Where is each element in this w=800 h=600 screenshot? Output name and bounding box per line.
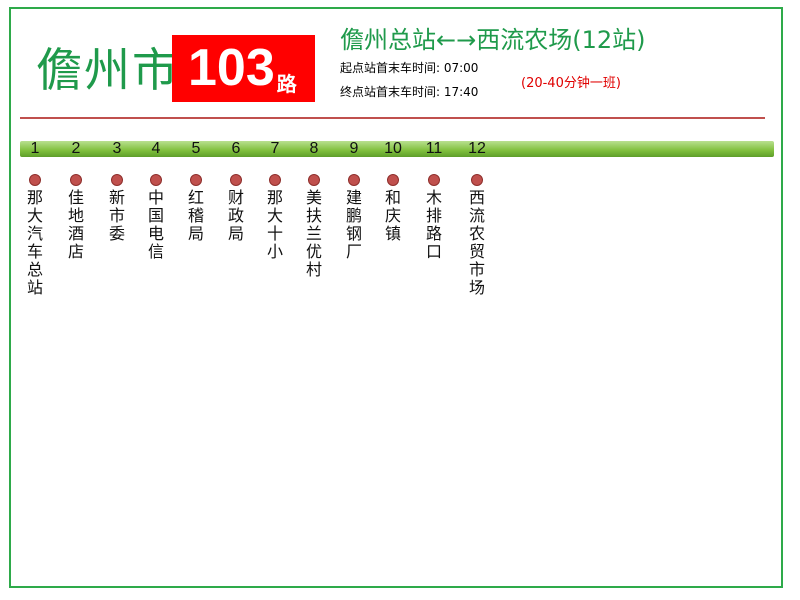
stop-name: 佳地酒店 — [67, 188, 84, 261]
stop-name: 和庆镇 — [384, 188, 401, 243]
stop-12: 12 西流农贸市场 — [465, 141, 489, 297]
stop-number: 3 — [112, 140, 122, 157]
stop-name: 西流农贸市场 — [468, 188, 485, 297]
stop-2: 2 佳地酒店 — [64, 141, 88, 261]
stop-name: 那大汽车总站 — [26, 188, 43, 297]
stop-number: 2 — [71, 140, 81, 157]
stop-number: 6 — [231, 140, 241, 157]
stop-number: 5 — [191, 140, 201, 157]
stop-name: 木排路口 — [425, 188, 442, 261]
stop-9: 9 建鹏钢厂 — [342, 141, 366, 261]
stop-7: 7 那大十小 — [263, 141, 287, 261]
header-divider — [20, 117, 765, 119]
stop-10: 10 和庆镇 — [381, 141, 405, 243]
stop-name: 红稽局 — [187, 188, 204, 243]
stop-6: 6 财政局 — [224, 141, 248, 243]
stop-number: 7 — [270, 140, 280, 157]
stop-1: 1 那大汽车总站 — [23, 141, 47, 297]
stop-number: 8 — [309, 140, 319, 157]
stop-4: 4 中国电信 — [144, 141, 168, 261]
end-station-times: 终点站首末车时间: 17:40 — [340, 85, 479, 99]
stop-dot — [269, 174, 281, 186]
stop-number: 4 — [151, 140, 161, 157]
stop-5: 5 红稽局 — [184, 141, 208, 243]
stop-dot — [29, 174, 41, 186]
stop-number: 1 — [30, 140, 40, 157]
route-number: 103 — [188, 39, 275, 97]
stop-11: 11 木排路口 — [422, 141, 446, 261]
stop-dot — [150, 174, 162, 186]
stop-name: 新市委 — [108, 188, 125, 243]
stop-dot — [111, 174, 123, 186]
stop-dot — [387, 174, 399, 186]
stop-dot — [230, 174, 242, 186]
stop-name: 财政局 — [227, 188, 244, 243]
stop-name: 美扶兰优村 — [305, 188, 322, 279]
frequency-note: (20-40分钟一班) — [521, 76, 621, 91]
route-suffix: 路 — [276, 72, 297, 96]
stop-dot — [348, 174, 360, 186]
stop-name: 建鹏钢厂 — [345, 188, 362, 261]
stop-8: 8 美扶兰优村 — [302, 141, 326, 279]
stop-dot — [308, 174, 320, 186]
stop-dot — [428, 174, 440, 186]
stop-3: 3 新市委 — [105, 141, 129, 243]
stop-name: 中国电信 — [147, 188, 164, 261]
route-number-badge: 103 路 — [172, 35, 315, 102]
stop-number: 9 — [349, 140, 359, 157]
stop-dot — [190, 174, 202, 186]
stop-name: 那大十小 — [266, 188, 283, 261]
stop-dot — [471, 174, 483, 186]
start-station-times: 起点站首末车时间: 07:00 — [340, 61, 479, 75]
stop-number: 11 — [425, 140, 443, 157]
stop-dot — [70, 174, 82, 186]
route-endpoints: 儋州总站←→西流农场(12站) — [340, 26, 646, 54]
stop-number: 10 — [384, 140, 402, 157]
city-name: 儋州市 — [36, 43, 180, 97]
stop-number: 12 — [468, 140, 486, 157]
